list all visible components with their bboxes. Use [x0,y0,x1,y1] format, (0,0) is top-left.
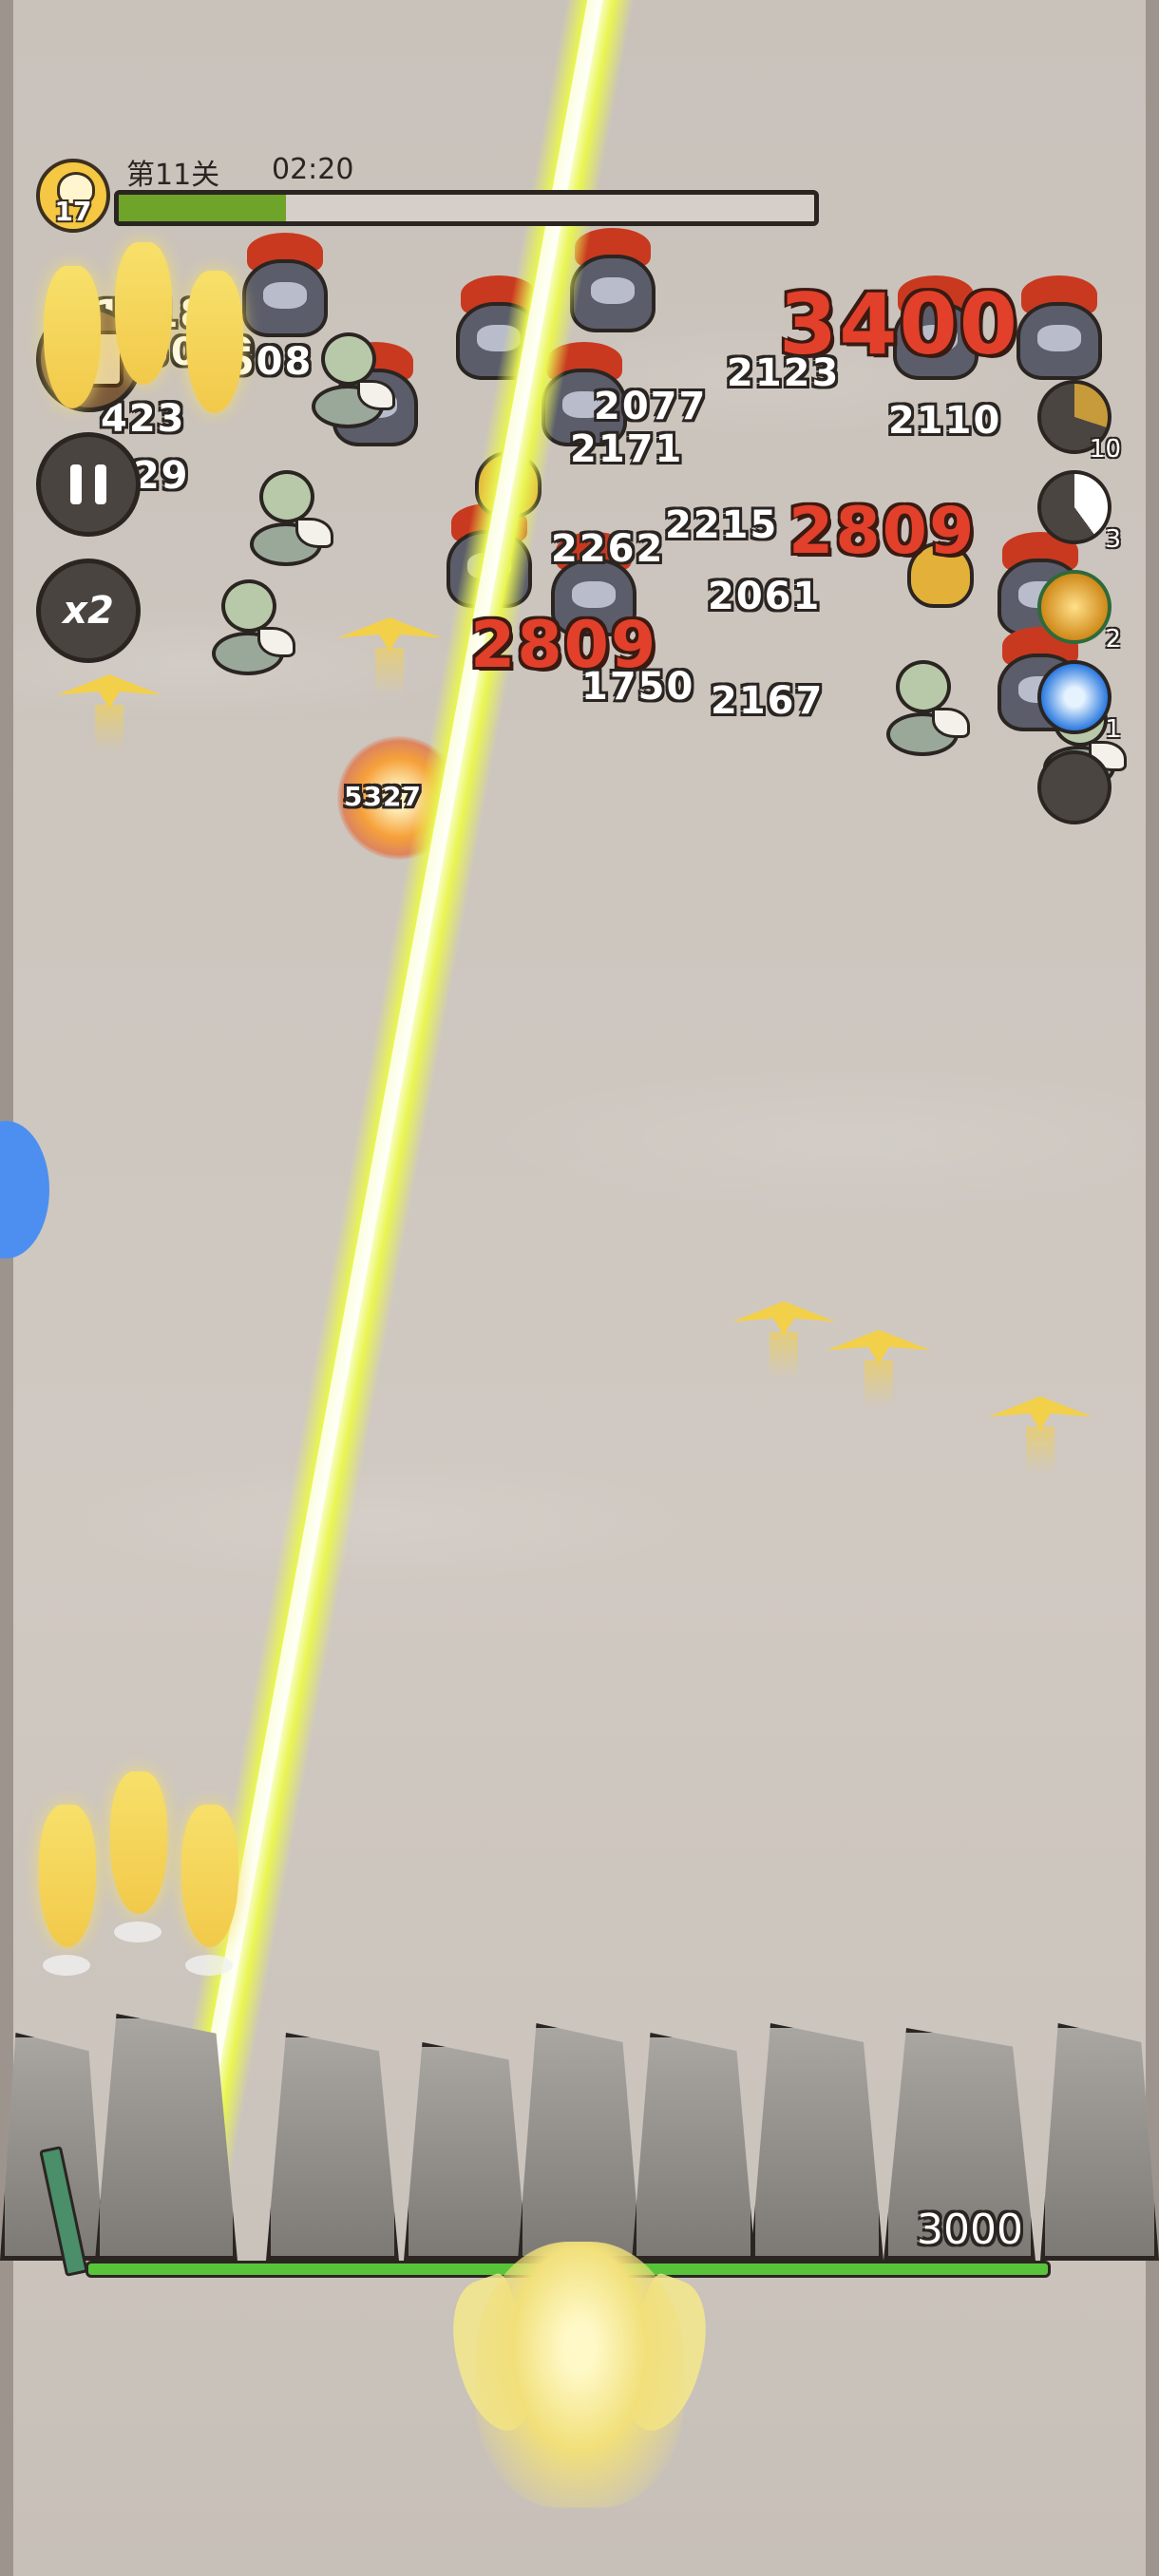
demon-enemy [1007,275,1112,389]
stage-timer: 02:20 [272,153,354,186]
skill-slot-5[interactable] [1037,750,1112,824]
skill-slot-2[interactable]: 3 [1037,470,1121,554]
pause-icon [70,464,106,504]
snake-enemy [242,470,333,575]
damage-number: 2123 [727,351,841,395]
stage-progress-bar [114,190,819,226]
player-level: 17 [54,196,92,227]
skill-slot-4[interactable]: 1 [1037,660,1121,744]
golden-fox-ally [33,1805,102,1976]
snake-enemy [204,579,295,684]
pause-button[interactable] [36,432,141,537]
skill-count: 2 [1105,625,1121,653]
stage-progress-fill [119,195,286,221]
damage-number: 2077 [594,385,708,428]
damage-number: 2262 [551,527,665,571]
golden-bird-projectile [988,1387,1092,1474]
golden-bird-projectile [337,608,442,695]
golden-fox-ally [109,242,178,413]
golden-fox-ally [104,1771,173,1942]
snake-enemy [879,660,970,765]
damage-number: 5327 [344,781,422,812]
damage-number: 1750 [581,665,695,709]
damage-number: 2167 [711,679,825,723]
damage-number: 2061 [708,575,822,618]
skill-count: 10 [1089,435,1121,464]
player-level-badge: 17 [36,159,110,233]
damage-number: 2809 [788,494,977,569]
snake-enemy [304,332,395,437]
speed-toggle-button[interactable]: x2 [36,559,141,663]
stage-label: 第11关 [126,159,220,192]
golden-hero [432,2242,727,2508]
skill-slot-3[interactable]: 2 [1037,570,1121,653]
skill-count: 3 [1105,525,1121,554]
damage-number: 2110 [888,399,1002,443]
golden-bird-projectile [57,665,162,752]
damage-number: 2215 [665,503,779,547]
stage-hud: 17 第11关 02:20 [36,147,819,237]
golden-fox-ally [180,271,249,442]
skill-count: 1 [1105,715,1121,744]
golden-fox-ally [38,266,106,437]
golden-fox-ally [176,1805,244,1976]
wall-hp-value: 3000 [917,2206,1023,2254]
damage-number: 2171 [570,427,684,471]
skill-slot-1[interactable]: 10 [1037,380,1121,464]
golden-bird-projectile [732,1292,836,1379]
golden-bird-projectile [826,1320,931,1408]
